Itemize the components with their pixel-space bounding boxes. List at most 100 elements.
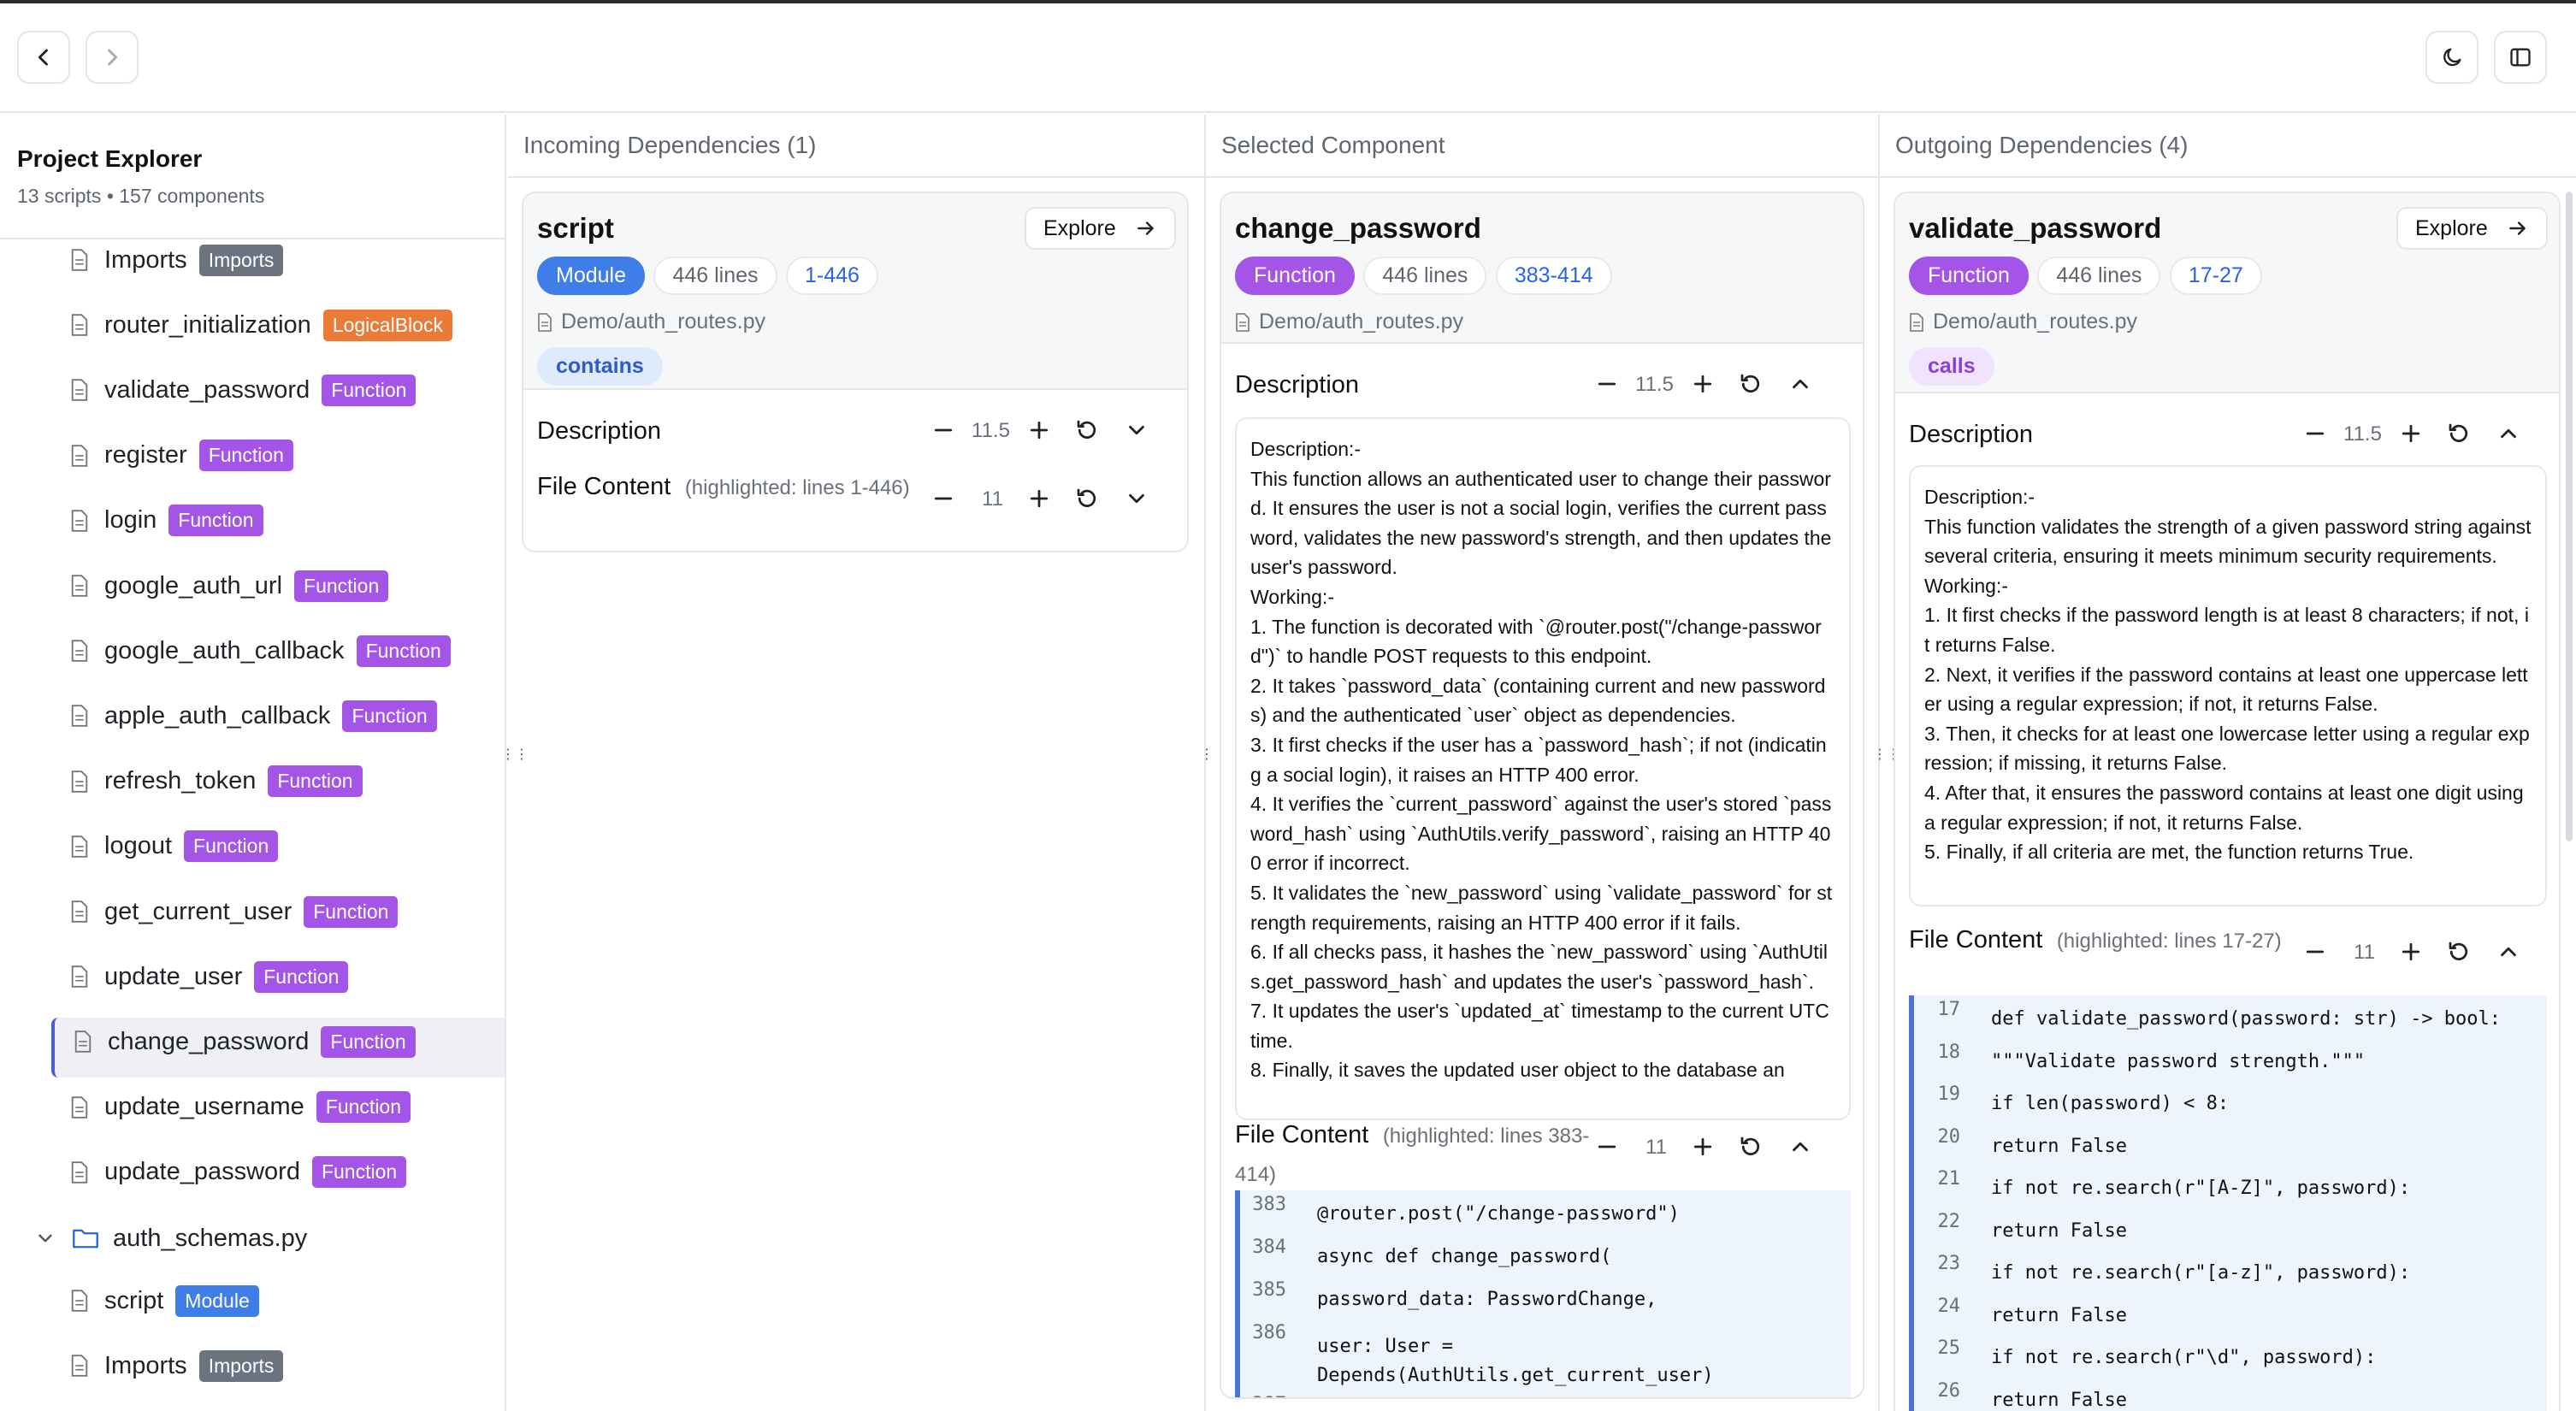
description-text-box[interactable]: Description:- This function validates th… bbox=[1909, 465, 2547, 906]
expand-description-button[interactable] bbox=[1124, 417, 1149, 443]
tree-item-update-user[interactable]: update_user Function bbox=[70, 944, 349, 1009]
explore-button[interactable]: Explore bbox=[1025, 207, 1176, 250]
reset-code-font-button[interactable] bbox=[2446, 939, 2472, 965]
range-pill[interactable]: 1-446 bbox=[785, 257, 878, 295]
increase-font-button[interactable] bbox=[2398, 421, 2424, 446]
outgoing-component-card[interactable]: validate_password Explore Function 446 l… bbox=[1894, 192, 2561, 1411]
file-content-section-header[interactable]: File Content (highlighted: lines 383-414… bbox=[1235, 1117, 1594, 1196]
line-number: 25 bbox=[1937, 1337, 1961, 1359]
type-badge: Imports bbox=[198, 1349, 284, 1382]
file-icon bbox=[71, 640, 88, 662]
chevron-up-icon bbox=[2501, 947, 2516, 957]
code-text: return False bbox=[1991, 1304, 2127, 1326]
tree-item-logout[interactable]: logout Function bbox=[70, 814, 279, 879]
code-viewer[interactable]: 17 def validate_password(password: str) -… bbox=[1909, 995, 2547, 1411]
code-line: 23 if not re.search(r"[a-z]", password): bbox=[1909, 1253, 2547, 1296]
line-number: 20 bbox=[1937, 1125, 1961, 1148]
reset-icon bbox=[2449, 423, 2468, 442]
decrease-font-button[interactable] bbox=[1594, 371, 1620, 397]
increase-code-font-button[interactable] bbox=[2398, 939, 2424, 965]
code-text: user: User = Depends(AuthUtils.get_curre… bbox=[1317, 1336, 1714, 1386]
back-button[interactable] bbox=[17, 31, 70, 84]
plus-icon bbox=[1693, 1137, 1712, 1156]
decrease-code-font-button[interactable] bbox=[1594, 1134, 1620, 1160]
tree-item-google-auth-callback[interactable]: google_auth_callback Function bbox=[70, 618, 451, 683]
tree-item-change-password[interactable]: change_password Function bbox=[74, 1009, 416, 1074]
code-line: 24 return False bbox=[1909, 1296, 2547, 1338]
tree-item-router-initialization[interactable]: router_initialization LogicalBlock bbox=[70, 292, 452, 357]
reset-font-button[interactable] bbox=[2446, 421, 2472, 446]
tree-item-apple-auth-callback[interactable]: apple_auth_callback Function bbox=[70, 683, 437, 748]
tree-item-validate-password[interactable]: validate_password Function bbox=[70, 357, 417, 422]
reset-code-font-button[interactable] bbox=[1738, 1134, 1764, 1160]
sidebar-toggle-button[interactable] bbox=[2494, 31, 2547, 84]
minus-icon bbox=[2306, 950, 2325, 953]
folder-label: auth_schemas.py bbox=[113, 1224, 308, 1252]
code-viewer[interactable]: 383 @router.post("/change-password") 384 as… bbox=[1235, 1190, 1851, 1397]
line-number: 24 bbox=[1937, 1295, 1961, 1317]
reset-code-font-button[interactable] bbox=[1074, 486, 1100, 511]
description-section-header[interactable]: Description bbox=[1235, 371, 1359, 399]
code-line: 385 password_data: PasswordChange, bbox=[1235, 1279, 1851, 1322]
collapse-description-button[interactable] bbox=[2496, 421, 2521, 446]
decrease-font-button[interactable] bbox=[2302, 421, 2328, 446]
line-number: 21 bbox=[1937, 1168, 1961, 1190]
code-line: 384 async def change_password( bbox=[1235, 1237, 1851, 1279]
tree-item-login[interactable]: login Function bbox=[70, 488, 263, 553]
type-badge: Function bbox=[342, 700, 437, 732]
tree-item-refresh-token[interactable]: refresh_token Function bbox=[70, 749, 363, 814]
tree-item-label: refresh_token bbox=[104, 767, 257, 795]
expand-file-content-button[interactable] bbox=[1124, 486, 1149, 511]
font-size-value: 11.5 bbox=[2343, 422, 2382, 446]
tree-item-get-current-user[interactable]: get_current_user Function bbox=[70, 879, 399, 944]
code-text: if len(password) < 8: bbox=[1991, 1093, 2230, 1114]
increase-code-font-button[interactable] bbox=[1690, 1134, 1716, 1160]
incoming-component-card[interactable]: script Explore Module 446 lines 1-446 De… bbox=[522, 192, 1189, 552]
collapse-description-button[interactable] bbox=[1787, 371, 1813, 397]
decrease-code-font-button[interactable] bbox=[2302, 939, 2328, 965]
reset-font-button[interactable] bbox=[1074, 417, 1100, 443]
sidebar-subtitle: 13 scripts • 157 components bbox=[17, 185, 265, 207]
code-line: 19 if len(password) < 8: bbox=[1909, 1083, 2547, 1126]
decrease-code-font-button[interactable] bbox=[931, 486, 956, 511]
file-content-section-header[interactable]: File Content (highlighted: lines 1-446) bbox=[537, 469, 913, 509]
reset-font-button[interactable] bbox=[1738, 371, 1764, 397]
tree-item-imports[interactable]: Imports Imports bbox=[70, 227, 284, 292]
forward-button[interactable] bbox=[86, 31, 139, 84]
sidebar-header: Project Explorer 13 scripts • 157 compon… bbox=[0, 115, 505, 239]
file-content-section-header[interactable]: File Content (highlighted: lines 17-27) bbox=[1909, 922, 2285, 962]
theme-toggle-button[interactable] bbox=[2425, 31, 2479, 84]
tree-item-google-auth-url[interactable]: google_auth_url Function bbox=[70, 553, 389, 618]
tree-item-script[interactable]: script Module bbox=[70, 1268, 259, 1333]
type-badge: Function bbox=[356, 635, 451, 667]
range-pill[interactable]: 17-27 bbox=[2169, 257, 2262, 295]
collapse-file-content-button[interactable] bbox=[1787, 1134, 1813, 1160]
plus-icon bbox=[1030, 489, 1049, 508]
increase-code-font-button[interactable] bbox=[1026, 486, 1052, 511]
description-text-box[interactable]: Description:- This function allows an au… bbox=[1235, 417, 1851, 1120]
outgoing-header: Outgoing Dependencies (4) bbox=[1880, 115, 2576, 178]
card-header: validate_password Explore Function 446 l… bbox=[1895, 193, 2559, 393]
type-badge: Function bbox=[322, 374, 417, 406]
tree-item-update-password[interactable]: update_password Function bbox=[70, 1140, 407, 1205]
code-line: 21 if not re.search(r"[A-Z]", password): bbox=[1909, 1168, 2547, 1211]
type-badge: Function bbox=[168, 505, 263, 537]
tree-item-imports[interactable]: Imports Imports bbox=[70, 1333, 284, 1398]
tree-item-register[interactable]: register Function bbox=[70, 423, 293, 488]
decrease-font-button[interactable] bbox=[931, 417, 956, 443]
range-pill[interactable]: 383-414 bbox=[1495, 257, 1612, 295]
tree-folder-auth-schemas[interactable]: auth_schemas.py bbox=[34, 1208, 319, 1268]
lines-pill: 446 lines bbox=[2037, 257, 2161, 295]
increase-font-button[interactable] bbox=[1690, 371, 1716, 397]
description-section-header[interactable]: Description bbox=[1909, 421, 2033, 449]
collapse-file-content-button[interactable] bbox=[2496, 939, 2521, 965]
file-icon bbox=[71, 1290, 88, 1312]
tree-item-update-username[interactable]: update_username Function bbox=[70, 1075, 411, 1140]
file-icon bbox=[71, 770, 88, 793]
minus-icon bbox=[2306, 432, 2325, 435]
code-text: if not re.search(r"[A-Z]", password): bbox=[1991, 1178, 2411, 1199]
explore-button[interactable]: Explore bbox=[2396, 207, 2548, 250]
description-section-header[interactable]: Description bbox=[537, 417, 661, 446]
scrollbar-thumb[interactable] bbox=[2566, 192, 2573, 841]
increase-font-button[interactable] bbox=[1026, 417, 1052, 443]
